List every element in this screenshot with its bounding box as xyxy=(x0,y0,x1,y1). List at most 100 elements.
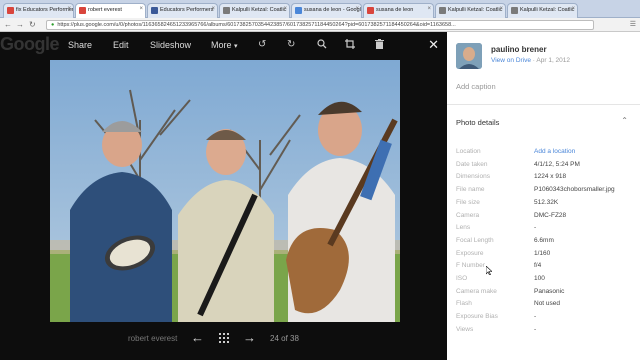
lock-icon: ● xyxy=(51,22,55,28)
address-bar[interactable]: ● https://plus.google.com/u/0/photos/1163… xyxy=(46,20,594,30)
tab-close-icon[interactable]: × xyxy=(571,6,575,12)
zoom-icon[interactable] xyxy=(317,39,327,52)
edit-button[interactable]: Edit xyxy=(113,40,129,50)
slideshow-button[interactable]: Slideshow xyxy=(150,40,191,50)
browser-tab-label: Kalpulli Ketzal: Coatlic xyxy=(520,7,575,13)
add-caption-field[interactable]: Add caption xyxy=(456,82,496,91)
favicon-icon xyxy=(223,7,230,14)
detail-row: Flash Not used xyxy=(456,300,636,312)
tab-close-icon[interactable]: × xyxy=(283,6,287,12)
photo-viewer: Google Share Edit Slideshow More ▾ ↺ ↻ ✕ xyxy=(0,32,447,360)
detail-key: File name xyxy=(456,186,485,194)
back-icon[interactable]: ← xyxy=(4,20,12,30)
tab-close-icon[interactable]: × xyxy=(427,6,431,12)
detail-row: Camera make Panasonic xyxy=(456,288,636,300)
owner-name[interactable]: paulino brener xyxy=(491,45,547,54)
browser-tab-label: fix Educators Performers xyxy=(16,7,74,13)
detail-value: 4/1/12, 5:24 PM xyxy=(534,160,580,168)
detail-value: - xyxy=(534,224,537,232)
detail-value: Not used xyxy=(534,300,561,308)
album-owner[interactable]: robert everest xyxy=(128,334,177,343)
detail-value: 512.32K xyxy=(534,198,559,206)
mouse-cursor-icon xyxy=(485,265,493,277)
detail-key: Camera xyxy=(456,211,480,219)
avatar[interactable] xyxy=(456,43,482,69)
detail-key: Flash xyxy=(456,300,472,308)
photo-details-title[interactable]: Photo details xyxy=(456,118,499,127)
tab-close-icon[interactable]: × xyxy=(499,6,503,12)
divider xyxy=(447,104,640,105)
favicon-icon xyxy=(79,7,86,14)
photo-counter: 24 of 38 xyxy=(270,334,299,343)
add-location-link[interactable]: Add a location xyxy=(534,148,575,155)
browser-tab[interactable]: Kalpulli Ketzal: Coatlic × xyxy=(435,3,506,18)
tab-close-icon[interactable]: × xyxy=(211,6,215,12)
grid-icon[interactable] xyxy=(219,333,229,343)
detail-row: Focal Length 6.6mm xyxy=(456,237,636,249)
browser-tab-label: Kalpulli Ketzal: Coatlic xyxy=(232,7,287,13)
browser-tab[interactable]: susana de leon - Googl × xyxy=(291,3,362,18)
menu-icon[interactable]: ☰ xyxy=(630,20,636,28)
browser-tab-label: Educators Performers xyxy=(160,7,214,13)
browser-tab[interactable]: Educators Performers × xyxy=(147,3,218,18)
favicon-icon xyxy=(151,7,158,14)
url-host: https://plus.google.com xyxy=(57,22,114,28)
browser-tab-label: susana de leon - Googl xyxy=(304,7,361,13)
chevron-up-icon[interactable]: ⌃ xyxy=(621,116,628,125)
forward-icon[interactable]: → xyxy=(16,20,24,30)
detail-value: f/4 xyxy=(534,262,542,270)
detail-value: 6.6mm xyxy=(534,236,554,244)
browser-tab[interactable]: Kalpulli Ketzal: Coatlic × xyxy=(507,3,578,18)
rotate-right-icon[interactable]: ↻ xyxy=(287,39,295,50)
browser-tab-label: robert everest xyxy=(88,7,122,13)
trash-icon[interactable] xyxy=(375,39,384,52)
detail-key: File size xyxy=(456,198,480,206)
detail-row: Date taken 4/1/12, 5:24 PM xyxy=(456,161,636,173)
rotate-left-icon[interactable]: ↺ xyxy=(258,39,266,50)
detail-value: DMC-FZ28 xyxy=(534,211,567,219)
favicon-icon xyxy=(367,7,374,14)
detail-key: F Number xyxy=(456,262,485,270)
detail-key: Views xyxy=(456,325,474,333)
screen: fix Educators Performers × robert everest ×… xyxy=(0,0,640,360)
detail-key: Focal Length xyxy=(456,236,494,244)
share-button[interactable]: Share xyxy=(68,40,92,50)
favicon-icon xyxy=(7,7,14,14)
chevron-down-icon: ▾ xyxy=(234,43,238,50)
detail-value: 100 xyxy=(534,275,545,282)
favicon-icon xyxy=(511,7,518,14)
detail-value: Panasonic xyxy=(534,287,565,295)
browser-tab[interactable]: fix Educators Performers × xyxy=(3,3,74,18)
browser-tab[interactable]: robert everest × xyxy=(75,3,146,18)
close-icon[interactable]: ✕ xyxy=(428,37,439,53)
browser-tab[interactable]: Kalpulli Ketzal: Coatlic × xyxy=(219,3,290,18)
reload-icon[interactable]: ↻ xyxy=(29,20,36,30)
detail-row: Camera DMC-FZ28 xyxy=(456,212,636,224)
browser-tab[interactable]: susana de leon × xyxy=(363,3,434,18)
upload-date: Apr 1, 2012 xyxy=(536,57,571,64)
browser-toolbar: ← → ↻ ● https://plus.google.com/u/0/photo… xyxy=(0,18,640,32)
detail-key: Camera make xyxy=(456,287,497,295)
photo[interactable] xyxy=(50,60,400,322)
url-path: /u/0/photos/116365824651233965766/albums… xyxy=(113,22,456,28)
arrow-right-icon[interactable]: → xyxy=(243,330,256,345)
detail-value: 1224 x 918 xyxy=(534,173,567,181)
photo-image xyxy=(50,60,400,322)
crop-icon[interactable] xyxy=(345,39,355,52)
view-on-drive-link[interactable]: View on Drive xyxy=(491,57,531,64)
tab-close-icon[interactable]: × xyxy=(139,6,143,12)
tab-close-icon[interactable]: × xyxy=(355,6,359,12)
detail-value: 1/160 xyxy=(534,249,551,257)
detail-row: ISO 100 xyxy=(456,275,636,287)
detail-row: File name P1060343choborsmaller.jpg xyxy=(456,186,636,198)
favicon-icon xyxy=(439,7,446,14)
detail-row: File size 512.32K xyxy=(456,199,636,211)
detail-key: Exposure Bias xyxy=(456,313,498,321)
arrow-left-icon[interactable]: ← xyxy=(191,330,204,345)
tab-close-icon[interactable]: × xyxy=(67,6,71,12)
detail-value: - xyxy=(534,313,537,321)
detail-key: ISO xyxy=(456,275,468,282)
more-button[interactable]: More ▾ xyxy=(211,40,238,50)
detail-row: Lens - xyxy=(456,224,636,236)
detail-row: Views - xyxy=(456,326,636,338)
